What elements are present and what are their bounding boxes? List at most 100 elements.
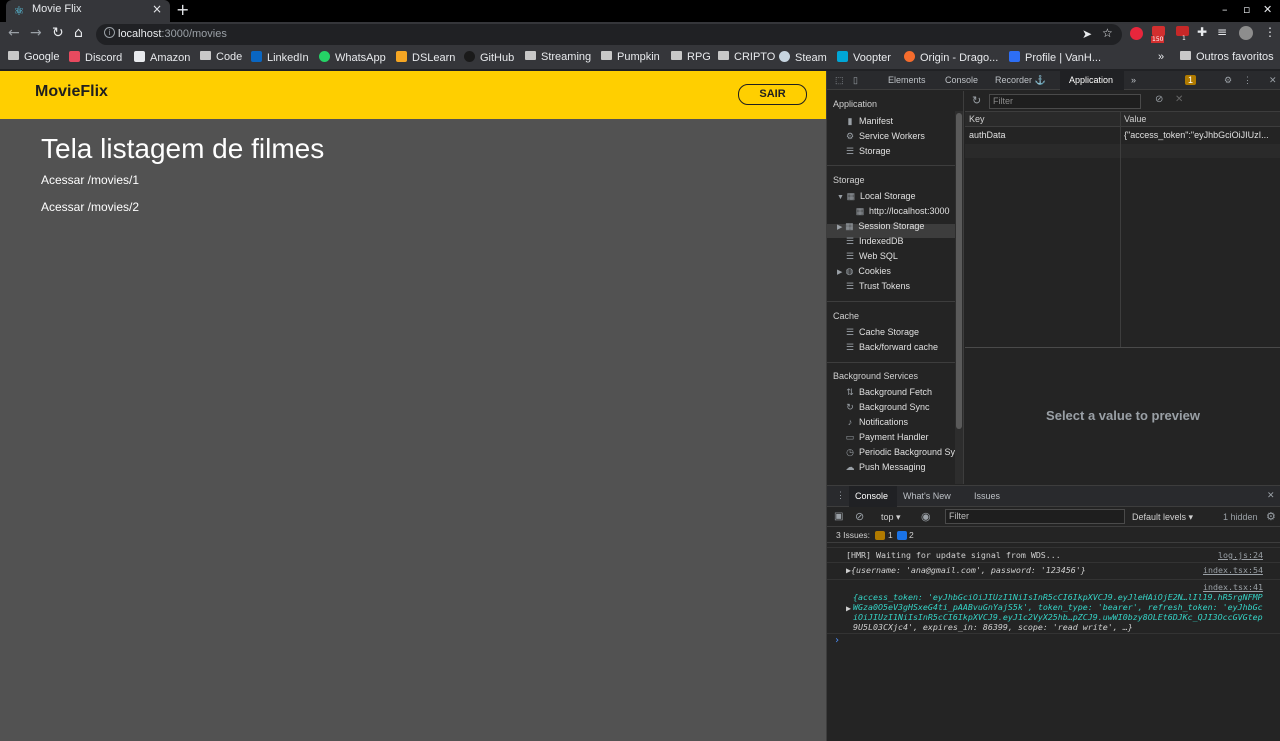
token-line-1[interactable]: {access_token: 'eyJhbGciOiJIUzI1NiIsInR5… xyxy=(853,592,1263,602)
sidebar-item-payment-handler[interactable]: ▭ Payment Handler xyxy=(845,432,929,443)
source-link-index54[interactable]: index.tsx:54 xyxy=(1203,565,1263,575)
column-value[interactable]: Value xyxy=(1124,114,1146,124)
close-drawer-icon[interactable]: ✕ xyxy=(1267,490,1275,501)
reload-icon[interactable]: ↻ xyxy=(52,25,64,41)
tab-application[interactable]: Application xyxy=(1069,75,1113,85)
bookmark-cripto[interactable]: CRIPTO xyxy=(718,51,775,63)
movie-link-1[interactable]: Acessar /movies/1 xyxy=(41,173,139,187)
close-window-icon[interactable]: ✕ xyxy=(1263,3,1272,16)
sidebar-item-cookies[interactable]: ▶ ◍ Cookies xyxy=(837,266,891,277)
sidebar-item-notifications[interactable]: ♪ Notifications xyxy=(845,417,908,427)
token-line-2[interactable]: WGza0O5eV3gHSxeG4ti_pAABvuGnYajS5k', tok… xyxy=(853,602,1263,612)
sidebar-item-cache-storage[interactable]: ☰ Cache Storage xyxy=(845,327,919,338)
bookmark-voopter[interactable]: Voopter xyxy=(837,51,891,64)
sidebar-item-periodic-sync[interactable]: ◷ Periodic Background Sync xyxy=(845,447,963,458)
movie-link-2[interactable]: Acessar /movies/2 xyxy=(41,200,139,214)
sidebar-item-trust-tokens[interactable]: ☰ Trust Tokens xyxy=(845,281,910,292)
console-message-credentials[interactable]: ▶{username: 'ana@gmail.com', password: '… xyxy=(846,565,1086,575)
sidebar-item-local-storage[interactable]: ▼ ▦ Local Storage xyxy=(837,191,915,202)
tab-console[interactable]: Console xyxy=(945,75,978,85)
bookmark-code[interactable]: Code xyxy=(200,51,242,63)
preview-divider[interactable] xyxy=(965,347,1280,348)
bookmark-google[interactable]: Google xyxy=(8,51,59,63)
live-expression-eye-icon[interactable]: ◉ xyxy=(921,510,931,523)
back-icon[interactable]: ← xyxy=(8,25,20,41)
extensions-puzzle-icon[interactable]: ✚ xyxy=(1197,25,1207,39)
drawer-tab-console[interactable]: Console xyxy=(855,491,888,501)
sidebar-item-bfcache[interactable]: ☰ Back/forward cache xyxy=(845,342,938,353)
send-icon[interactable]: ➤ xyxy=(1082,27,1092,41)
bookmark-dslearn[interactable]: DSLearn xyxy=(396,51,455,64)
log-levels-dropdown[interactable]: Default levels ▾ xyxy=(1132,512,1193,523)
logout-button[interactable]: SAIR xyxy=(738,84,807,105)
expand-object-icon[interactable]: ▶ xyxy=(846,603,851,613)
extension-red-icon[interactable] xyxy=(1130,27,1143,40)
sidebar-item-manifest[interactable]: ▮ Manifest xyxy=(845,116,894,127)
home-icon[interactable]: ⌂ xyxy=(74,25,83,41)
clear-all-icon[interactable]: ⊘ xyxy=(1155,94,1163,105)
profile-avatar-icon[interactable] xyxy=(1239,26,1253,40)
sidebar-toggle-icon[interactable]: ▣ xyxy=(834,511,843,522)
row-value[interactable]: {"access_token":"eyJhbGciOiJIUzI... xyxy=(1124,130,1269,140)
sidebar-item-indexeddb[interactable]: ☰ IndexedDB xyxy=(845,236,904,247)
devtools-menu-icon[interactable]: ⋮ xyxy=(1243,75,1252,86)
bookmark-whatsapp[interactable]: WhatsApp xyxy=(319,51,386,64)
sidebar-item-background-fetch[interactable]: ⇅ Background Fetch xyxy=(845,387,932,398)
bookmark-github[interactable]: GitHub xyxy=(464,51,514,64)
sidebar-item-storage[interactable]: ☰ Storage xyxy=(845,146,891,157)
address-bar[interactable]: i localhost:3000/movies ➤ ☆ xyxy=(96,24,1122,45)
bookmark-rpg[interactable]: RPG xyxy=(671,51,711,63)
sidebar-item-background-sync[interactable]: ↻ Background Sync xyxy=(845,402,929,413)
bookmark-star-icon[interactable]: ☆ xyxy=(1102,26,1113,40)
issues-counter[interactable]: 1 xyxy=(1185,75,1197,85)
bookmark-streaming[interactable]: Streaming xyxy=(525,51,591,63)
media-queue-icon[interactable]: ≡ xyxy=(1217,25,1227,39)
source-link-logjs[interactable]: log.js:24 xyxy=(1218,550,1263,560)
site-info-icon[interactable]: i xyxy=(104,27,115,38)
bookmark-discord[interactable]: Discord xyxy=(69,51,122,64)
sidebar-item-session-storage[interactable]: ▶ ▦ Session Storage xyxy=(837,221,924,232)
inspect-element-icon[interactable]: ⬚ xyxy=(835,75,844,86)
sidebar-item-websql[interactable]: ☰ Web SQL xyxy=(845,251,898,262)
issues-bar[interactable]: 3 Issues: 1 2 xyxy=(827,527,1280,543)
bookmarks-overflow-icon[interactable]: » xyxy=(1158,51,1164,63)
bookmark-amazon[interactable]: Amazon xyxy=(134,51,190,64)
new-tab-button[interactable]: + xyxy=(176,0,189,19)
storage-filter-input[interactable]: Filter xyxy=(989,94,1141,109)
browser-tab[interactable]: ⚛ Movie Flix × xyxy=(6,0,170,22)
browser-menu-icon[interactable]: ⋮ xyxy=(1264,25,1276,39)
bookmark-steam[interactable]: Steam xyxy=(779,51,827,64)
sidebar-item-service-workers[interactable]: ⚙ Service Workers xyxy=(845,131,925,142)
bookmark-linkedin[interactable]: LinkedIn xyxy=(251,51,309,64)
brand-logo[interactable]: MovieFlix xyxy=(35,83,108,101)
refresh-icon[interactable]: ↻ xyxy=(972,94,981,107)
console-prompt[interactable]: › xyxy=(834,635,840,646)
row-key[interactable]: authData xyxy=(969,130,1006,140)
sidebar-item-push-messaging[interactable]: ☁ Push Messaging xyxy=(845,462,926,473)
drawer-tab-whats-new[interactable]: What's New xyxy=(903,491,951,501)
token-line-4[interactable]: 9U5L03CXjc4', expires_in: 86399, scope: … xyxy=(853,622,1133,632)
delete-selected-icon[interactable]: ✕ xyxy=(1175,94,1183,105)
console-settings-gear-icon[interactable]: ⚙ xyxy=(1266,510,1276,523)
other-bookmarks[interactable]: Outros favoritos xyxy=(1180,51,1274,63)
sidebar-scroll-thumb[interactable] xyxy=(956,113,962,429)
maximize-icon[interactable]: ▫ xyxy=(1243,3,1250,16)
forward-icon[interactable]: → xyxy=(30,25,42,41)
source-link-index41[interactable]: index.tsx:41 xyxy=(1203,582,1263,592)
token-line-3[interactable]: iOiJIUzI1NiIsInR5cCI6IkpXVCJ9.eyJ1c2VyX2… xyxy=(853,612,1263,622)
close-tab-icon[interactable]: × xyxy=(152,2,162,16)
bookmark-origin[interactable]: Origin - Drago... xyxy=(904,51,998,64)
console-filter-input[interactable]: Filter xyxy=(945,509,1125,524)
drawer-menu-icon[interactable]: ⋮ xyxy=(836,490,845,501)
settings-gear-icon[interactable]: ⚙ xyxy=(1224,75,1232,86)
tab-recorder[interactable]: Recorder ⚓ xyxy=(995,75,1046,86)
column-key[interactable]: Key xyxy=(969,114,985,124)
context-selector[interactable]: top ▾ xyxy=(881,512,901,523)
sidebar-item-localhost[interactable]: ▦ http://localhost:3000 xyxy=(855,206,950,217)
more-tabs-icon[interactable]: » xyxy=(1131,75,1136,85)
extension-badge-icon[interactable] xyxy=(1152,26,1165,36)
tab-elements[interactable]: Elements xyxy=(888,75,926,85)
drawer-tab-issues[interactable]: Issues xyxy=(974,491,1000,501)
bookmark-vanh[interactable]: Profile | VanH... xyxy=(1009,51,1101,64)
close-devtools-icon[interactable]: ✕ xyxy=(1269,75,1277,86)
